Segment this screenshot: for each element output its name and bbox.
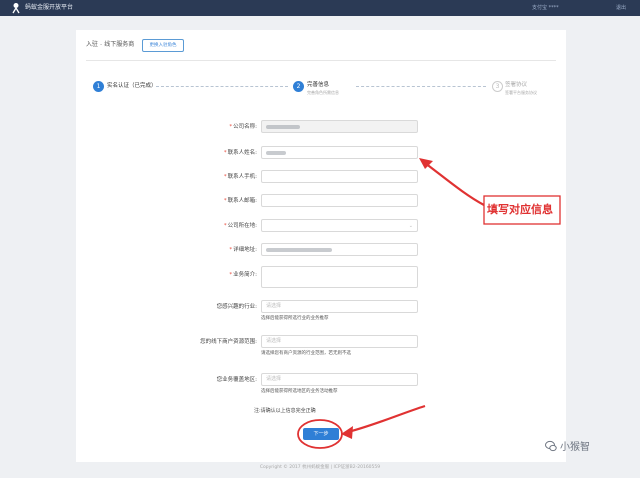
merchant-resource-label: 您的线下商户资源范围:: [200, 339, 257, 345]
coverage-region-select[interactable]: 请选择: [261, 373, 418, 386]
address-label: *详细地址:: [229, 247, 257, 253]
chevron-down-icon: ⌄: [408, 223, 413, 229]
industry-label: 您感兴趣的行业:: [216, 304, 257, 310]
divider: [86, 60, 556, 61]
company-name-label: *公司名称:: [229, 124, 257, 130]
redacted-value: [266, 151, 286, 155]
main-card: 入驻 - 线下服务商 更换入驻角色 1 实名认证（已完成） 2 完善信息 完善角色所…: [76, 30, 566, 462]
confirm-notice: 注:请确认以上信息完全正确: [254, 408, 316, 414]
logout-link[interactable]: 退出: [616, 3, 626, 13]
contact-email-field[interactable]: [261, 194, 418, 207]
top-bar: 蚂蚁金服开放平台 支付宝 **** 退出: [0, 0, 640, 16]
industry-hint: 选择后能获得所选行业的业务推荐: [261, 316, 329, 321]
coverage-region-label: 您业务覆盖地区:: [216, 377, 257, 383]
watermark-text: 小猴智: [560, 442, 590, 453]
watermark: 小猴智: [545, 440, 590, 455]
company-location-label: *公司所在地:: [223, 223, 257, 229]
company-location-select[interactable]: ⌄: [261, 219, 418, 232]
step-connector: [356, 86, 486, 87]
next-step-button[interactable]: 下一步: [303, 428, 339, 440]
step-2-title: 完善信息: [307, 82, 330, 88]
contact-name-label: *联系人姓名:: [223, 150, 257, 156]
ant-logo-icon: [12, 3, 20, 14]
change-role-button[interactable]: 更换入驻角色: [142, 39, 184, 52]
step-1-title: 实名认证（已完成）: [107, 83, 157, 89]
redacted-value: [266, 125, 300, 129]
merchant-resource-hint: 请选择您有商户资源的行业范围，若无则不选: [261, 351, 351, 356]
step-3-subtitle: 签署平台服务协议: [505, 90, 537, 95]
company-name-field: [261, 120, 418, 133]
step-3-title: 签署协议: [505, 82, 528, 88]
app-title: 蚂蚁金服开放平台: [25, 4, 74, 11]
coverage-region-hint: 选择后能获得所选地区的业务活动推荐: [261, 389, 338, 394]
contact-name-field[interactable]: [261, 146, 418, 159]
business-intro-label: *业务简介:: [229, 272, 257, 278]
step-1-indicator: 1: [93, 81, 104, 92]
breadcrumb-root[interactable]: 入驻: [86, 41, 98, 48]
merchant-resource-select[interactable]: 请选择: [261, 335, 418, 348]
step-3-indicator: 3: [492, 81, 503, 92]
breadcrumb-separator: -: [100, 41, 103, 48]
contact-phone-field[interactable]: [261, 170, 418, 183]
step-2-subtitle: 完善角色所需信息: [307, 90, 339, 95]
contact-phone-label: *联系人手机:: [223, 174, 257, 180]
industry-select[interactable]: 请选择: [261, 300, 418, 313]
breadcrumb: 入驻 - 线下服务商: [86, 40, 134, 50]
step-2-indicator: 2: [293, 81, 304, 92]
user-account[interactable]: 支付宝 ****: [532, 3, 559, 13]
address-field[interactable]: [261, 243, 418, 256]
contact-email-label: *联系人邮箱:: [223, 198, 257, 204]
annotation-text: 填写对应信息: [487, 203, 553, 216]
step-connector: [156, 86, 288, 87]
wechat-icon: [545, 440, 557, 452]
redacted-value: [266, 248, 332, 252]
footer-copyright: Copyright © 2017 杭州蚂蚁金服 | ICP证浙B2-201605…: [259, 465, 381, 470]
breadcrumb-current: 线下服务商: [104, 41, 135, 48]
business-intro-textarea[interactable]: [261, 266, 418, 288]
